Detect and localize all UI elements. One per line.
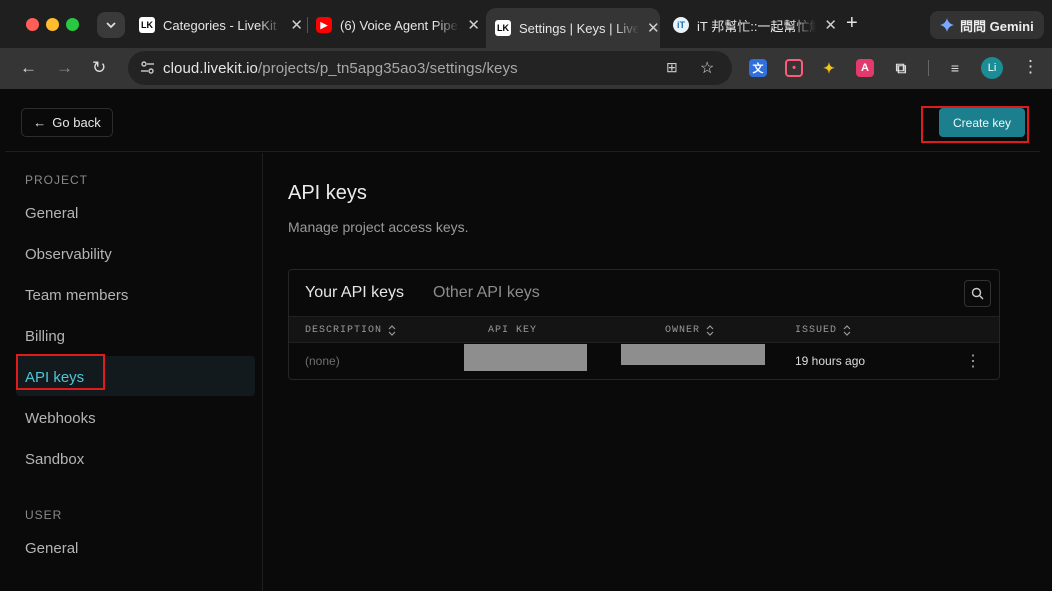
section-heading-user: USER	[25, 508, 63, 522]
tab-categories[interactable]: LK Categories - LiveKit ✕	[139, 8, 303, 42]
tab-title: Settings | Keys | LiveKit	[519, 20, 639, 36]
go-back-button[interactable]: ← Go back	[21, 108, 113, 137]
sidebar-item-webhooks[interactable]: Webhooks	[25, 410, 96, 427]
sidebar-item-sandbox[interactable]: Sandbox	[25, 451, 84, 468]
sidebar-item-billing[interactable]: Billing	[25, 328, 65, 345]
redacted-owner	[621, 344, 765, 365]
livekit-favicon-icon: LK	[139, 17, 155, 33]
browser-toolbar: ← → ↻ cloud.livekit.io/projects/p_tn5apg…	[0, 48, 1052, 89]
cell-issued: 19 hours ago	[795, 354, 866, 368]
sidebar-item-user-general[interactable]: General	[25, 540, 78, 557]
new-tab-button[interactable]: +	[846, 12, 858, 35]
page-title: API keys	[288, 182, 367, 204]
highlight-box	[16, 354, 105, 390]
row-menu-icon[interactable]: ⋮	[965, 351, 981, 371]
bookmark-star-icon[interactable]: ☆	[700, 58, 714, 78]
url-text: cloud.livekit.io/projects/p_tn5apg35ao3/…	[163, 60, 518, 77]
tab-ithome[interactable]: iT iT 邦幫忙::一起幫忙解決 ✕	[673, 8, 837, 42]
go-back-label: Go back	[52, 115, 101, 130]
minimize-window-button[interactable]	[46, 18, 59, 31]
column-header-description[interactable]: DESCRIPTION	[305, 325, 396, 336]
extension-bee-icon[interactable]: ✦	[820, 59, 838, 77]
back-arrow-icon[interactable]: ←	[20, 58, 37, 78]
table-row[interactable]: (none) 19 hours ago ⋮	[289, 343, 999, 380]
tab-title: (6) Voice Agent Pipeline	[340, 17, 459, 33]
reload-icon[interactable]: ↻	[92, 58, 106, 78]
column-header-api-key: API KEY	[488, 325, 538, 336]
profile-avatar[interactable]: Li	[981, 57, 1003, 79]
close-tab-icon[interactable]: ✕	[467, 16, 480, 34]
tab-voice-agent[interactable]: ▶ (6) Voice Agent Pipeline ✕	[316, 8, 480, 42]
livekit-favicon-icon: LK	[495, 20, 511, 36]
forward-arrow-icon[interactable]: →	[56, 58, 73, 78]
address-bar[interactable]: cloud.livekit.io/projects/p_tn5apg35ao3/…	[128, 51, 732, 85]
sort-icon	[706, 325, 714, 336]
redacted-api-key	[464, 344, 587, 371]
table-header: DESCRIPTION API KEY OWNER ISSUED	[289, 316, 999, 343]
browser-tab-bar: LK Categories - LiveKit ✕ ▶ (6) Voice Ag…	[0, 0, 1052, 48]
gemini-sparkle-icon	[940, 18, 954, 32]
page-header: ← Go back Create key	[5, 89, 1040, 152]
settings-sidebar: PROJECT General Observability Team membe…	[5, 153, 263, 591]
sidebar-item-general[interactable]: General	[25, 205, 78, 222]
sidebar-item-observability[interactable]: Observability	[25, 246, 112, 263]
youtube-icon: ▶	[316, 17, 332, 33]
tab-title: Categories - LiveKit	[163, 17, 277, 33]
gemini-label: 問問 Gemini	[960, 18, 1034, 34]
ithome-icon: iT	[673, 17, 689, 33]
sidebar-item-team-members[interactable]: Team members	[25, 287, 128, 304]
tab-settings-keys[interactable]: LK Settings | Keys | LiveKit ✕	[486, 8, 660, 48]
column-header-owner[interactable]: OWNER	[665, 325, 714, 336]
sort-icon	[843, 325, 851, 336]
close-tab-icon[interactable]: ✕	[647, 19, 660, 37]
search-button[interactable]	[964, 280, 991, 307]
extension-translate-icon[interactable]: 文	[749, 59, 767, 77]
extension-bilibili-icon[interactable]: •	[785, 59, 803, 77]
translate-icon[interactable]: ⊞	[666, 59, 678, 76]
section-heading-project: PROJECT	[25, 173, 89, 187]
column-header-issued[interactable]: ISSUED	[795, 325, 851, 336]
site-settings-icon[interactable]	[140, 60, 155, 75]
search-icon	[971, 287, 984, 300]
sort-icon	[388, 325, 396, 336]
maximize-window-button[interactable]	[66, 18, 79, 31]
gemini-button[interactable]: 問問 Gemini	[930, 11, 1044, 39]
tab-title: iT 邦幫忙::一起幫忙解決	[697, 18, 817, 34]
close-window-button[interactable]	[26, 18, 39, 31]
extension-translate-a-icon[interactable]: A	[856, 59, 874, 77]
arrow-left-icon: ←	[33, 115, 47, 130]
close-tab-icon[interactable]: ✕	[290, 16, 303, 34]
api-keys-card: Your API keys Other API keys DESCRIPTION…	[288, 269, 1000, 380]
tab-search-button[interactable]	[97, 12, 125, 38]
extensions-puzzle-icon[interactable]: ⧉	[892, 59, 910, 77]
cell-description: (none)	[305, 354, 340, 368]
toolbar-divider	[928, 60, 929, 76]
close-tab-icon[interactable]: ✕	[824, 16, 837, 34]
chevron-down-icon	[106, 22, 116, 29]
highlight-box	[921, 106, 1029, 143]
livekit-app: ← Go back Create key PROJECT General Obs…	[5, 89, 1052, 591]
media-controls-icon[interactable]: ≡	[946, 59, 964, 77]
tab-your-api-keys[interactable]: Your API keys	[305, 284, 404, 302]
page-subtitle: Manage project access keys.	[288, 219, 469, 235]
tab-other-api-keys[interactable]: Other API keys	[433, 284, 540, 302]
browser-menu-icon[interactable]: ⋮	[1022, 57, 1039, 77]
